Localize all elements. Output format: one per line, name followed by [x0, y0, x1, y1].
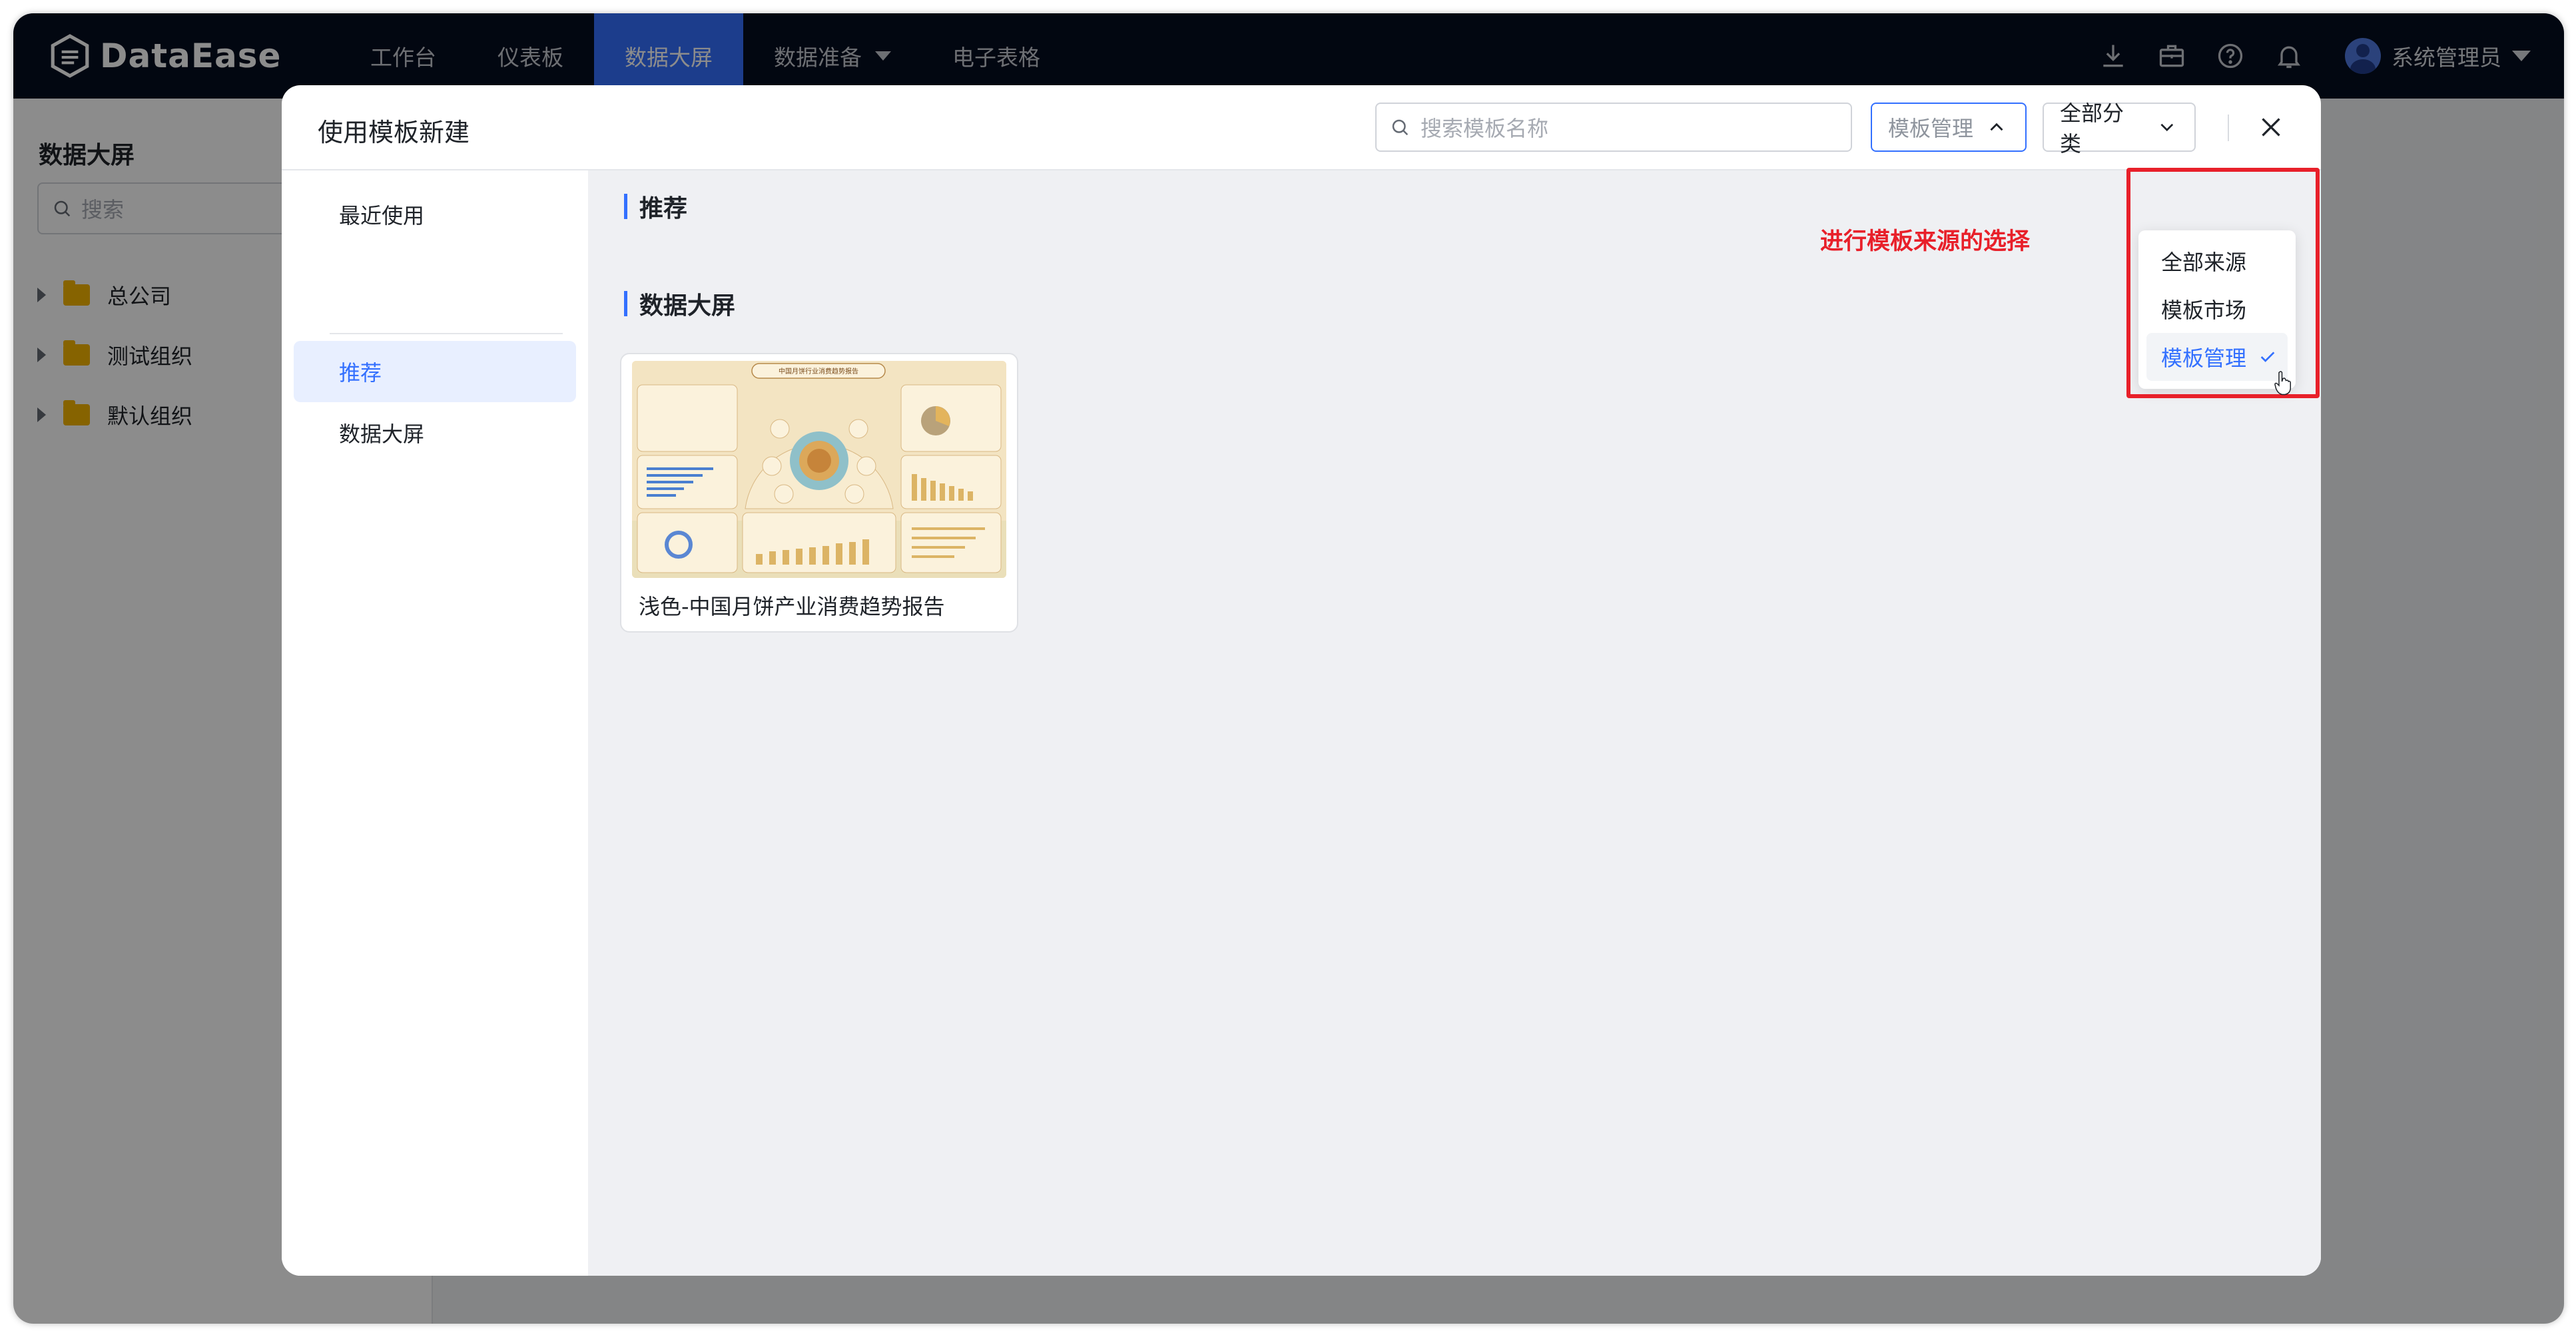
- dialog-title: 使用模板新建: [318, 118, 470, 147]
- close-icon[interactable]: [2254, 111, 2288, 144]
- select-value: 全部分类: [2060, 101, 2124, 156]
- section-marker: [624, 194, 627, 219]
- side-item-label: 最近使用: [339, 203, 425, 228]
- section-data-screen: 数据大屏: [624, 286, 735, 321]
- section-title: 数据大屏: [639, 292, 736, 320]
- thumb-title: 中国月饼行业消费趋势报告: [779, 367, 858, 376]
- template-preview-image: 中国月饼行业消费趋势报告: [632, 361, 1006, 578]
- section-marker: [624, 291, 627, 316]
- template-card-name: 浅色-中国月饼产业消费趋势报告: [639, 594, 945, 619]
- dialog-header: 使用模板新建 搜索模板名称 模板管理 全部分类: [282, 85, 2321, 170]
- side-item-recommended[interactable]: 推荐: [294, 341, 576, 402]
- hand-cursor-icon: [2274, 371, 2291, 396]
- template-category-select[interactable]: 全部分类: [2043, 101, 2196, 156]
- side-item-data-screen[interactable]: 数据大屏: [294, 402, 576, 463]
- template-gallery: 推荐 进行模板来源的选择 数据大屏 中国月饼行业消费趋势报告 浅色-中国月饼产业…: [588, 170, 2321, 1276]
- side-item-label: 数据大屏: [339, 421, 425, 447]
- template-create-dialog: 使用模板新建 搜索模板名称 模板管理 全部分类 最近使用 推荐 数据大屏 推荐 …: [282, 85, 2321, 1276]
- side-item-recent[interactable]: 最近使用: [294, 184, 576, 245]
- header-divider: [2228, 115, 2229, 141]
- select-value: 模板管理: [1888, 116, 1974, 141]
- template-card[interactable]: 中国月饼行业消费趋势报告 浅色-中国月饼产业消费趋势报告: [620, 353, 1018, 633]
- highlight-box: [2126, 168, 2320, 398]
- search-icon: [1392, 119, 1409, 136]
- chevron-up-icon: [1990, 123, 2003, 131]
- dialog-side-menu: 最近使用 推荐 数据大屏: [282, 170, 588, 1276]
- template-thumbnail: 中国月饼行业消费趋势报告: [632, 361, 1006, 578]
- side-item-label: 推荐: [339, 360, 382, 386]
- search-placeholder: 搜索模板名称: [1421, 116, 1549, 141]
- annotation-text: 进行模板来源的选择: [1820, 228, 2031, 255]
- chevron-down-icon: [2160, 123, 2174, 132]
- app-window: DataEase 工作台 仪表板 数据大屏 数据准备 电子表格 系统管理员 数据…: [13, 13, 2564, 1324]
- section-recommended: 推荐: [624, 189, 687, 224]
- template-source-select[interactable]: 模板管理: [1871, 103, 2027, 152]
- template-search-input[interactable]: 搜索模板名称: [1375, 103, 1852, 152]
- section-title: 推荐: [639, 195, 688, 222]
- side-divider: [330, 333, 563, 334]
